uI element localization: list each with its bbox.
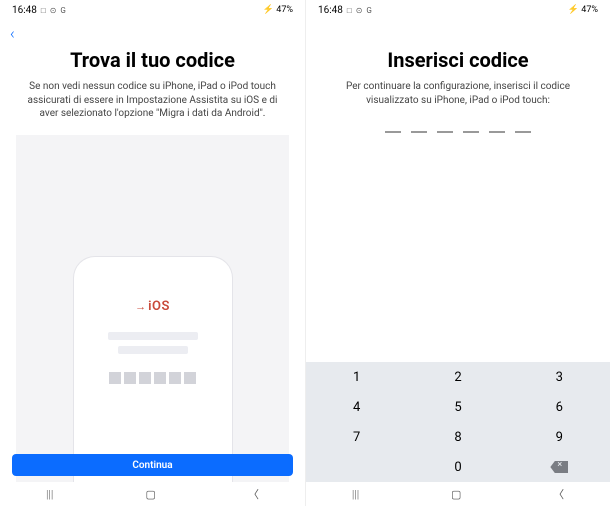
back-button[interactable]: ‹ <box>10 24 15 43</box>
status-battery: ⚡ 47% <box>263 5 293 15</box>
placeholder-line <box>108 332 198 340</box>
nav-home-icon[interactable]: ▢ <box>145 488 155 501</box>
key-empty <box>306 452 407 482</box>
key-backspace[interactable] <box>509 452 610 482</box>
code-slot <box>489 131 505 133</box>
nav-recents-icon[interactable]: ||| <box>352 488 359 501</box>
page-title: Trova il tuo codice <box>70 48 235 72</box>
nav-back-icon[interactable]: 〈 <box>248 486 259 502</box>
key-7[interactable]: 7 <box>306 422 407 452</box>
page-title: Inserisci codice <box>387 48 528 72</box>
code-slot <box>385 131 401 133</box>
nav-back-icon[interactable]: 〈 <box>553 486 564 502</box>
status-battery: ⚡ 47% <box>568 5 598 15</box>
status-time: 16:48 <box>12 5 37 16</box>
code-slot <box>411 131 427 133</box>
status-notif-icons: □ ⊙ G <box>41 6 67 15</box>
arrow-right-icon: → <box>135 300 146 313</box>
android-nav-bar: ||| ▢ 〈 <box>306 482 610 506</box>
key-3[interactable]: 3 <box>509 362 610 392</box>
continue-button[interactable]: Continua <box>12 454 293 476</box>
screen-enter-code: 16:48 □ ⊙ G ⚡ 47% Inserisci codice Per c… <box>305 0 610 506</box>
key-4[interactable]: 4 <box>306 392 407 422</box>
key-2[interactable]: 2 <box>407 362 508 392</box>
status-bar: 16:48 □ ⊙ G ⚡ 47% <box>306 0 610 20</box>
key-6[interactable]: 6 <box>509 392 610 422</box>
code-slot <box>463 131 479 133</box>
numeric-keypad: 1 2 3 4 5 6 7 8 9 0 <box>306 362 610 482</box>
nav-recents-icon[interactable]: ||| <box>46 488 53 501</box>
key-9[interactable]: 9 <box>509 422 610 452</box>
screen-find-code: 16:48 □ ⊙ G ⚡ 47% ‹ Trova il tuo codice … <box>0 0 305 506</box>
code-slot <box>515 131 531 133</box>
content-area: Trova il tuo codice Se non vedi nessun c… <box>0 20 305 506</box>
status-bar: 16:48 □ ⊙ G ⚡ 47% <box>0 0 305 20</box>
key-8[interactable]: 8 <box>407 422 508 452</box>
backspace-icon <box>550 461 568 473</box>
code-slot <box>437 131 453 133</box>
status-notif-icons: □ ⊙ G <box>347 6 373 15</box>
nav-home-icon[interactable]: ▢ <box>451 488 461 501</box>
ios-logo: →iOS <box>135 295 170 314</box>
placeholder-line <box>118 346 188 354</box>
placeholder-code-boxes <box>109 372 196 384</box>
android-nav-bar: ||| ▢ 〈 <box>0 482 305 506</box>
status-time: 16:48 <box>318 5 343 16</box>
code-input-slots[interactable] <box>385 131 531 133</box>
illustration-area: →iOS <box>16 135 289 506</box>
key-0[interactable]: 0 <box>407 452 508 482</box>
page-subtitle: Se non vedi nessun codice su iPhone, iPa… <box>16 80 289 121</box>
key-1[interactable]: 1 <box>306 362 407 392</box>
key-5[interactable]: 5 <box>407 392 508 422</box>
page-subtitle: Per continuare la configurazione, inseri… <box>322 80 594 107</box>
